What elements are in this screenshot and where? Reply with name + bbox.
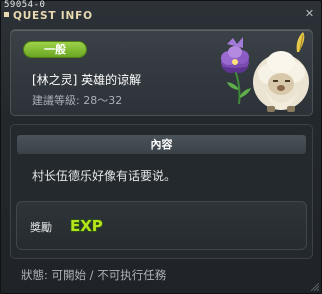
quest-info-window: 59054-0 QUEST INFO ✕ 一般 [林之灵] 英雄的谅解 建議等級… bbox=[0, 0, 322, 294]
window-title[interactable]: QUEST INFO bbox=[4, 10, 93, 22]
content-panel: 內容 村长伍德乐好像有话要说。 獎勵 EXP bbox=[10, 124, 313, 259]
quest-header-panel: 一般 [林之灵] 英雄的谅解 建議等級: 28～32 bbox=[10, 29, 313, 116]
resize-grip-icon[interactable] bbox=[311, 283, 319, 291]
content-header: 內容 bbox=[17, 135, 306, 154]
recommended-level: 建議等級: 28～32 bbox=[32, 94, 123, 107]
status-text: 狀態: 可開始 / 不可执行任務 bbox=[21, 268, 167, 282]
close-button[interactable]: ✕ bbox=[304, 8, 315, 19]
quest-id-label: 59054-0 bbox=[4, 0, 46, 10]
exp-icon-text: EXP bbox=[70, 217, 103, 234]
category-badge: 一般 bbox=[23, 41, 87, 58]
exp-icon[interactable]: EXP bbox=[69, 216, 105, 234]
content-text: 村长伍德乐好像有话要说。 bbox=[32, 169, 177, 183]
quest-name: [林之灵] 英雄的谅解 bbox=[32, 73, 142, 87]
title-bullet-icon bbox=[4, 12, 9, 17]
reward-box: 獎勵 EXP bbox=[16, 201, 307, 250]
npc-portrait-icon bbox=[221, 32, 309, 112]
close-x-icon: ✕ bbox=[304, 7, 315, 20]
reward-label: 獎勵 bbox=[30, 221, 52, 234]
window-title-text: QUEST INFO bbox=[13, 10, 93, 22]
